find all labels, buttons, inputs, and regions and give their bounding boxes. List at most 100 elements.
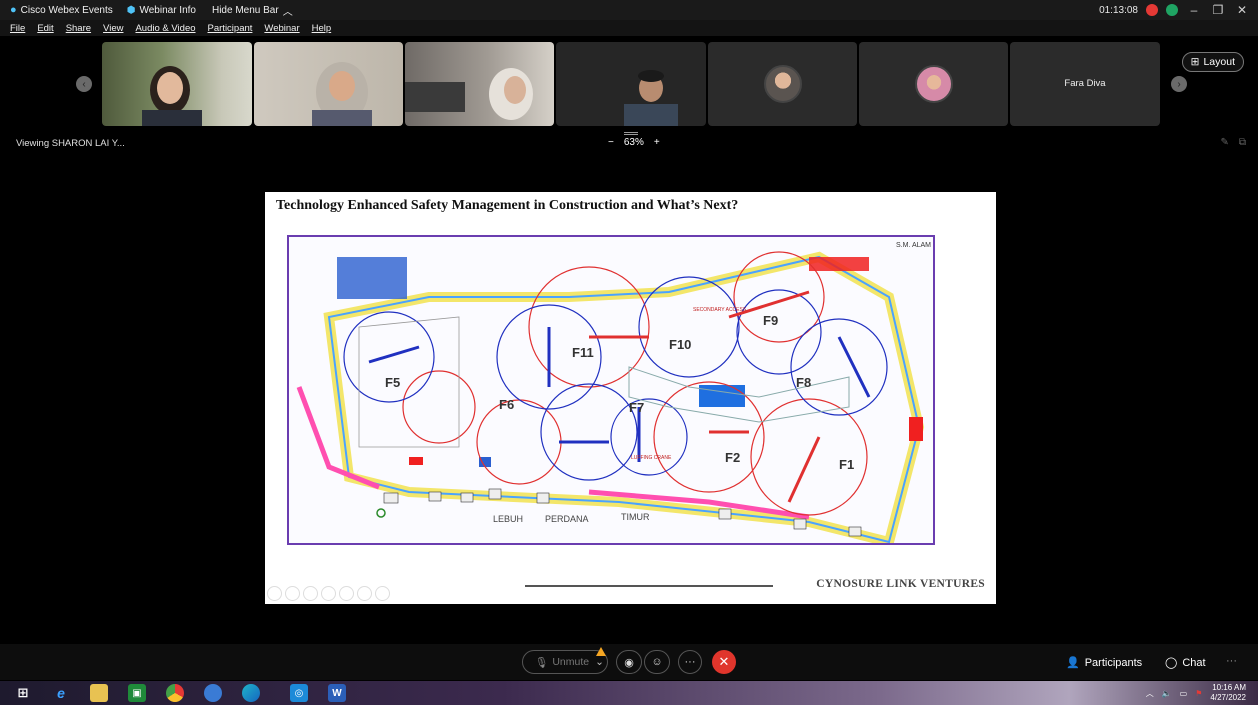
- microphone-muted-icon: 🎙: [535, 656, 549, 669]
- drag-handle[interactable]: [624, 132, 638, 135]
- webinar-info-button[interactable]: ⬢ Webinar Info: [127, 5, 196, 16]
- plan-crane-label: LUFFING CRANE: [631, 455, 672, 461]
- plan-label-f6: F6: [499, 397, 514, 412]
- plan-label-f2: F2: [725, 450, 740, 465]
- title-bar: ● Cisco Webex Events ⬢ Webinar Info Hide…: [0, 0, 1258, 20]
- warning-icon: [596, 647, 606, 656]
- close-icon: ✕: [718, 654, 730, 669]
- chat-button[interactable]: ◯ Chat: [1165, 656, 1206, 670]
- viewing-bar: Viewing SHARON LAI Y... − 63% + ✎ ⧉: [0, 132, 1258, 154]
- layout-button[interactable]: ⊞ Layout: [1181, 52, 1244, 72]
- app-name: Cisco Webex Events: [20, 4, 113, 16]
- people-icon: 👤: [1066, 657, 1080, 669]
- meeting-controls: 🎙 Unmute ⌄ ◉ ☺ ··· ✕ 👤 Participants ◯ Ch…: [0, 644, 1258, 680]
- video-button[interactable]: ◉: [616, 650, 642, 674]
- menu-edit[interactable]: Edit: [37, 23, 53, 34]
- name-tile-fara-diva[interactable]: Fara Diva: [1010, 42, 1160, 126]
- zoom-icon[interactable]: [321, 586, 336, 601]
- plan-road-2: PERDANA: [545, 514, 589, 524]
- avatar-tile-1[interactable]: [708, 42, 857, 126]
- connection-icon[interactable]: [1166, 4, 1178, 16]
- fullscreen-icon[interactable]: ⧉: [1239, 137, 1246, 148]
- zoom-control: − 63% +: [608, 137, 660, 148]
- search-globe-icon[interactable]: [204, 684, 222, 702]
- participants-button[interactable]: 👤 Participants: [1066, 656, 1142, 670]
- strip-next-button[interactable]: ›: [1171, 76, 1187, 92]
- network-icon[interactable]: ▭: [1180, 689, 1188, 698]
- plan-label-f5: F5: [385, 375, 400, 390]
- menu-help[interactable]: Help: [312, 23, 332, 34]
- avatar: [914, 65, 953, 103]
- video-tile-3[interactable]: [405, 42, 554, 126]
- menu-view[interactable]: View: [103, 23, 123, 34]
- menu-file[interactable]: File: [10, 23, 25, 34]
- webex-logo-icon: ●: [10, 4, 17, 16]
- zoom-out-button[interactable]: −: [608, 137, 614, 148]
- word-icon[interactable]: W: [328, 684, 346, 702]
- chevron-up-icon[interactable]: ︿: [1146, 688, 1154, 699]
- close-icon[interactable]: ✕: [1234, 3, 1250, 17]
- restore-icon[interactable]: ❐: [1210, 3, 1226, 17]
- hide-menu-bar-button[interactable]: Hide Menu Bar ︿: [212, 3, 293, 18]
- volume-icon[interactable]: 🔈: [1162, 689, 1172, 698]
- chevron-down-icon[interactable]: ⌄: [595, 656, 604, 668]
- chat-bubble-icon: ◯: [1165, 657, 1178, 669]
- avatar-tile-2[interactable]: [859, 42, 1008, 126]
- grid-view-icon[interactable]: [357, 586, 372, 601]
- annotate-icon[interactable]: ✎: [1220, 137, 1228, 148]
- menu-bar: File Edit Share View Audio & Video Parti…: [0, 20, 1258, 36]
- next-slide-icon[interactable]: [285, 586, 300, 601]
- site-plan-drawing: F5 F6 F11 F10 F7 F2 F1 F8 F9 LEBUH PERDA…: [296, 242, 931, 543]
- shared-slide: Technology Enhanced Safety Management in…: [265, 192, 996, 604]
- slide-toolbar: [267, 586, 390, 601]
- more-panels-button[interactable]: ···: [1226, 655, 1237, 667]
- grid-icon: ⊞: [1190, 56, 1200, 68]
- windows-taskbar: ⊞ e ▣ ◎ W ︿ 🔈 ▭ ⚑ 10:16 AM 4/27/2022: [0, 681, 1258, 705]
- chevron-up-icon: ︿: [282, 6, 293, 18]
- site-plan-image: F5 F6 F11 F10 F7 F2 F1 F8 F9 LEBUH PERDA…: [287, 235, 935, 545]
- minimize-icon[interactable]: –: [1186, 3, 1202, 17]
- plan-label-f11: F11: [572, 345, 594, 360]
- system-clock[interactable]: 10:16 AM 4/27/2022: [1210, 683, 1246, 703]
- participant-name: Fara Diva: [1064, 78, 1106, 89]
- store-icon[interactable]: ▣: [128, 684, 146, 702]
- plan-label-f1: F1: [839, 457, 854, 472]
- smiley-icon: ☺: [651, 656, 663, 668]
- plan-access-label: SECONDARY ACCESS: [693, 307, 747, 313]
- slide-title: Technology Enhanced Safety Management in…: [276, 198, 739, 213]
- search-icon[interactable]: [339, 586, 354, 601]
- video-tile-1[interactable]: [102, 42, 252, 126]
- menu-audio-video[interactable]: Audio & Video: [135, 23, 195, 34]
- pen-icon[interactable]: [303, 586, 318, 601]
- zoom-in-button[interactable]: +: [654, 137, 660, 148]
- prev-slide-icon[interactable]: [267, 586, 282, 601]
- camera-icon: ◉: [624, 656, 634, 669]
- zoom-value: 63%: [623, 137, 644, 148]
- windows-start-icon[interactable]: ⊞: [14, 684, 32, 702]
- chrome-icon[interactable]: [166, 684, 184, 702]
- reactions-button[interactable]: ☺: [644, 650, 670, 674]
- leave-meeting-button[interactable]: ✕: [712, 650, 736, 674]
- more-options-button[interactable]: ···: [678, 650, 702, 674]
- file-explorer-icon[interactable]: [90, 684, 108, 702]
- participant-video: [624, 70, 678, 126]
- plan-road-3: TIMUR: [621, 512, 650, 522]
- info-icon: ⬢: [126, 4, 136, 16]
- plan-label-f10: F10: [669, 337, 691, 352]
- edge-icon[interactable]: [242, 684, 260, 702]
- menu-webinar[interactable]: Webinar: [264, 23, 299, 34]
- ellipsis-icon: ···: [684, 656, 696, 668]
- menu-participant[interactable]: Participant: [208, 23, 253, 34]
- strip-prev-button[interactable]: ‹: [76, 76, 92, 92]
- participant-strip: ‹ Fara Diva › ⊞ Layout: [0, 38, 1258, 130]
- webex-taskbar-icon[interactable]: ◎: [290, 684, 308, 702]
- video-tile-4[interactable]: [556, 42, 706, 126]
- plan-label-f8: F8: [796, 375, 811, 390]
- video-tile-2[interactable]: [254, 42, 403, 126]
- more-icon[interactable]: [375, 586, 390, 601]
- menu-share[interactable]: Share: [66, 23, 91, 34]
- footer-rule: [525, 585, 773, 587]
- recording-icon[interactable]: [1146, 4, 1158, 16]
- internet-explorer-icon[interactable]: e: [52, 684, 70, 702]
- flag-icon[interactable]: ⚑: [1195, 689, 1202, 698]
